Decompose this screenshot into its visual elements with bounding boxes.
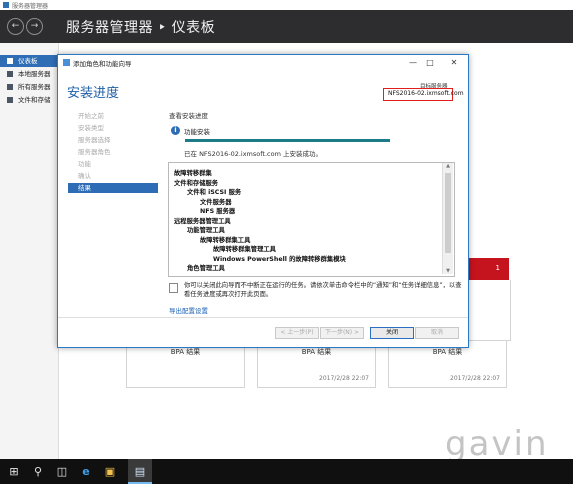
breadcrumb: 服务器管理器 ‣ 仪表板 bbox=[66, 20, 216, 36]
result-item: 功能管理工具 bbox=[187, 227, 225, 234]
step-label: 安装类型 bbox=[78, 124, 104, 132]
step-item: 开始之前 bbox=[68, 111, 158, 121]
scroll-thumb[interactable] bbox=[445, 173, 451, 253]
watermark: gavin bbox=[445, 424, 549, 464]
wizard-title: 添加角色和功能向导 bbox=[73, 60, 132, 68]
results-list[interactable]: 故障转移群集 文件和存储服务文件和 iSCSI 服务 文件服务器 NFS 服务器远程服… bbox=[168, 162, 455, 277]
sidebar-item-label: 本地服务器 bbox=[18, 70, 51, 78]
tile-label: BPA 结果 bbox=[170, 348, 201, 356]
result-item: 故障转移群集 bbox=[174, 170, 212, 177]
ie-icon[interactable]: e bbox=[74, 459, 98, 484]
minimize-icon[interactable]: — bbox=[406, 57, 420, 68]
role-card bbox=[465, 280, 511, 341]
target-server-value: NFS2016-02.ixmsoft.com bbox=[388, 90, 464, 97]
app-header: ← → 服务器管理器 ‣ 仪表板 bbox=[0, 10, 573, 43]
alert-count: 1 bbox=[495, 264, 500, 272]
close-button[interactable]: 关闭 bbox=[370, 327, 414, 339]
sidebar-item-label: 仪表板 bbox=[18, 57, 38, 65]
status-text: 已在 NFS2016-02.ixmsoft.com 上安装成功。 bbox=[184, 150, 322, 158]
alert-card-header[interactable]: 1 bbox=[465, 258, 509, 280]
start-icon[interactable]: ⊞ bbox=[2, 459, 26, 484]
step-item: 功能 bbox=[68, 159, 158, 169]
step-item: 服务器角色 bbox=[68, 147, 158, 157]
result-item: 故障转移群集工具 bbox=[200, 236, 251, 244]
section-title: 查看安装进度 bbox=[169, 112, 208, 120]
scrollbar[interactable]: ▲ ▼ bbox=[442, 163, 453, 274]
wizard-titlebar: 添加角色和功能向导 — □ ✕ bbox=[58, 55, 468, 70]
sidebar-item-all-servers[interactable]: 所有服务器 bbox=[0, 81, 58, 93]
result-item: 角色管理工具 bbox=[187, 265, 225, 272]
sidebar: 仪表板 本地服务器 所有服务器 文件和存储 bbox=[0, 43, 59, 459]
step-item: 安装类型 bbox=[68, 123, 158, 133]
sidebar-item-label: 所有服务器 bbox=[18, 83, 51, 91]
progress-bar bbox=[185, 139, 390, 142]
result-item: 文件和 iSCSI 服务 bbox=[187, 189, 242, 196]
export-settings-link[interactable]: 导出配置设置 bbox=[169, 305, 208, 315]
tile-label: BPA 结果 bbox=[432, 348, 463, 356]
search-icon[interactable]: ⚲ bbox=[26, 459, 50, 484]
maximize-icon[interactable]: □ bbox=[423, 57, 437, 68]
scroll-down-icon[interactable]: ▼ bbox=[443, 268, 453, 274]
install-type-label: 功能安装 bbox=[184, 128, 210, 136]
result-item: 文件和存储服务 bbox=[174, 179, 219, 187]
add-roles-wizard-dialog: 添加角色和功能向导 — □ ✕ 安装进度 目标服务器 NFS2016-02.ix… bbox=[57, 54, 469, 348]
cancel-button[interactable]: 取消 bbox=[415, 327, 459, 339]
scroll-up-icon[interactable]: ▲ bbox=[443, 163, 453, 169]
result-item: Windows PowerShell 的故障转移群集模块 bbox=[213, 255, 346, 263]
tile-date: 2017/2/28 22:07 bbox=[450, 375, 500, 382]
step-item: 服务器选择 bbox=[68, 135, 158, 145]
tile-date: 2017/2/28 22:07 bbox=[319, 375, 369, 382]
prev-button[interactable]: < 上一步(P) bbox=[275, 327, 319, 339]
step-label: 结果 bbox=[78, 184, 91, 192]
servers-icon bbox=[7, 84, 13, 90]
task-view-icon[interactable]: ◫ bbox=[50, 459, 74, 484]
sidebar-item-dashboard[interactable]: 仪表板 bbox=[0, 55, 58, 67]
note-icon bbox=[169, 283, 178, 293]
step-label: 确认 bbox=[78, 172, 91, 180]
step-label: 功能 bbox=[78, 160, 91, 168]
step-item-results[interactable]: 结果 bbox=[68, 183, 158, 193]
sidebar-item-local-server[interactable]: 本地服务器 bbox=[0, 68, 58, 80]
result-item: 远程服务器管理工具 bbox=[174, 217, 231, 225]
step-label: 开始之前 bbox=[78, 112, 104, 120]
progress-fill bbox=[185, 139, 390, 142]
server-manager-icon[interactable]: ▤ bbox=[128, 459, 152, 484]
server-manager-icon bbox=[3, 2, 9, 8]
next-button[interactable]: 下一步(N) > bbox=[320, 327, 364, 339]
dashboard-icon bbox=[7, 58, 13, 64]
footer-divider bbox=[58, 317, 468, 318]
server-icon bbox=[7, 71, 13, 77]
result-item: NFS 服务器 bbox=[200, 208, 236, 215]
step-label: 服务器角色 bbox=[78, 148, 111, 156]
explorer-icon[interactable]: ▣ bbox=[98, 459, 122, 484]
result-item: 故障转移群集管理工具 bbox=[213, 246, 276, 253]
wizard-icon bbox=[63, 59, 70, 66]
forward-arrow-icon[interactable]: → bbox=[26, 18, 43, 35]
tile-label: BPA 结果 bbox=[301, 348, 332, 356]
back-arrow-icon[interactable]: ← bbox=[7, 18, 24, 35]
step-item: 确认 bbox=[68, 171, 158, 181]
sidebar-item-label: 文件和存储 bbox=[18, 96, 51, 104]
result-item: 文件服务器 bbox=[200, 198, 232, 206]
app-title: 服务器管理器 bbox=[12, 3, 49, 10]
sidebar-item-file-storage[interactable]: 文件和存储 bbox=[0, 94, 58, 106]
note-text: 你可以关闭此向导而不中断正在运行的任务。请依次单击命令栏中的“通知”和“任务详细… bbox=[184, 282, 462, 298]
page-title: 安装进度 bbox=[67, 86, 120, 101]
storage-icon bbox=[7, 97, 13, 103]
step-label: 服务器选择 bbox=[78, 136, 111, 144]
taskbar: ⊞ ⚲ ◫ e ▣ ▤ bbox=[0, 459, 573, 484]
close-icon[interactable]: ✕ bbox=[447, 57, 461, 68]
info-icon: i bbox=[171, 126, 180, 135]
